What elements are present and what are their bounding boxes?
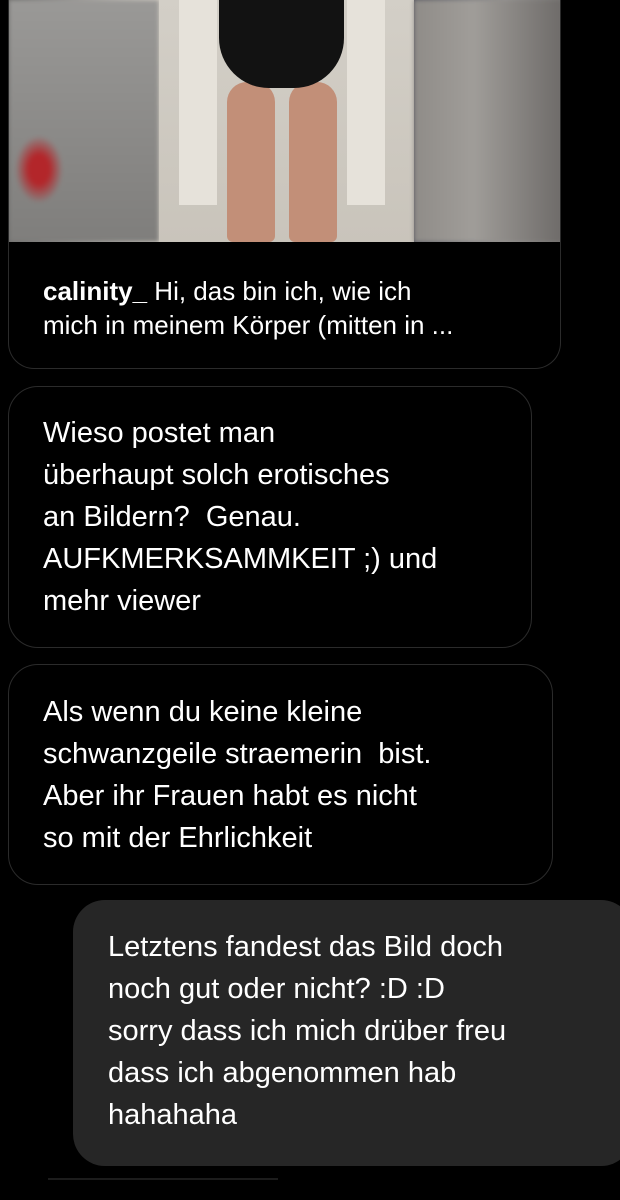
message-line: überhaupt solch erotisches (43, 459, 390, 491)
message-line: so mit der Ehrlichkeit (43, 822, 313, 854)
caption-text: Hi, das bin ich, wie ich (147, 276, 412, 306)
blurred-image-right (414, 0, 560, 242)
message-line: Aber ihr Frauen habt es nicht (43, 780, 417, 812)
image-center (159, 0, 414, 242)
image-figure (219, 0, 344, 242)
message-line: AUFKMERKSAMMKEIT ;) und (43, 543, 438, 575)
image-shape (227, 82, 275, 242)
received-message[interactable]: Wieso postet man überhaupt solch erotisc… (8, 386, 532, 648)
message-line: dass ich abgenommen hab (108, 1057, 457, 1089)
shared-post-card[interactable]: calinity_ Hi, das bin ich, wie ich mich … (8, 0, 561, 369)
post-image[interactable] (9, 0, 560, 242)
message-line: hahahaha (108, 1099, 238, 1131)
message-line: Wieso postet man (43, 417, 276, 449)
image-shape (179, 0, 217, 205)
image-shape (289, 82, 337, 242)
post-caption: calinity_ Hi, das bin ich, wie ich mich … (43, 274, 543, 342)
message-line: schwanzgeile straemerin bist. (43, 738, 432, 770)
message-line: an Bildern? Genau. (43, 501, 301, 533)
divider (48, 1178, 278, 1180)
post-username[interactable]: calinity_ (43, 276, 147, 306)
message-line: Als wenn du keine kleine (43, 696, 363, 728)
message-line: noch gut oder nicht? :D :D (108, 973, 445, 1005)
message-line: mehr viewer (43, 585, 201, 617)
image-shape (219, 0, 344, 88)
caption-text: mich in meinem Körper (mitten in ... (43, 310, 454, 340)
received-message[interactable]: Als wenn du keine kleine schwanzgeile st… (8, 664, 553, 885)
image-shape (347, 0, 385, 205)
message-line: Letztens fandest das Bild doch (108, 931, 503, 963)
sent-message[interactable]: Letztens fandest das Bild doch noch gut … (73, 900, 620, 1166)
blurred-image-left (9, 0, 159, 242)
message-line: sorry dass ich mich drüber freu (108, 1015, 507, 1047)
